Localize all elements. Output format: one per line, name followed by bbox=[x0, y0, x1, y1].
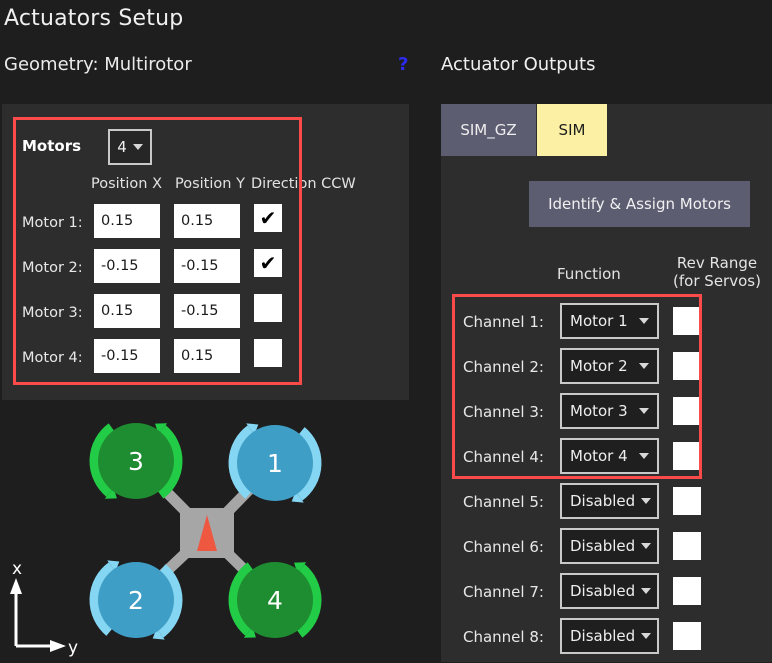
channel-row: Channel 4: Motor 4 bbox=[441, 438, 772, 483]
help-icon[interactable]: ? bbox=[398, 54, 408, 75]
chevron-down-icon bbox=[641, 498, 651, 504]
motor-row-label: Motor 2: bbox=[22, 249, 83, 287]
channel-function-dropdown[interactable]: Motor 1 bbox=[560, 303, 659, 339]
chevron-down-icon bbox=[641, 543, 651, 549]
geometry-label: Geometry: Multirotor bbox=[4, 54, 192, 75]
tab-sim-label: SIM bbox=[559, 121, 586, 139]
rotor-2: 2 bbox=[94, 560, 178, 639]
chevron-down-icon bbox=[639, 453, 649, 459]
channel-label: Channel 4: bbox=[463, 438, 544, 476]
channel-label: Channel 1: bbox=[463, 303, 544, 341]
channel-rev-range-checkbox[interactable] bbox=[673, 577, 701, 605]
channel-rev-range-checkbox[interactable] bbox=[673, 442, 701, 470]
rotor-number-label: 4 bbox=[267, 586, 283, 615]
rotor-1: 1 bbox=[233, 423, 317, 502]
actuators-setup-page: Actuators Setup Geometry: Multirotor ? A… bbox=[0, 0, 772, 662]
motor-direction-ccw-checkbox[interactable]: ✔ bbox=[254, 294, 282, 322]
motor-position-x-input[interactable] bbox=[94, 249, 160, 283]
column-header-function: Function bbox=[557, 265, 621, 283]
channel-rev-range-checkbox[interactable] bbox=[673, 397, 701, 425]
channel-function-dropdown[interactable]: Motor 3 bbox=[560, 393, 659, 429]
channel-rev-range-checkbox[interactable] bbox=[673, 487, 701, 515]
channel-label: Channel 3: bbox=[463, 393, 544, 431]
actuator-outputs-title: Actuator Outputs bbox=[441, 54, 596, 75]
channel-row: Channel 7: Disabled bbox=[441, 573, 772, 618]
rotor-4: 4 bbox=[233, 562, 317, 638]
channel-label: Channel 5: bbox=[463, 483, 544, 521]
channel-function-dropdown[interactable]: Disabled bbox=[560, 618, 659, 654]
chevron-down-icon bbox=[133, 144, 143, 150]
identify-button-label: Identify & Assign Motors bbox=[548, 195, 731, 213]
tab-sim[interactable]: SIM bbox=[537, 104, 607, 156]
channel-row: Channel 2: Motor 2 bbox=[441, 348, 772, 393]
checkmark-icon: ✔ bbox=[260, 208, 277, 228]
motor-row-label: Motor 3: bbox=[22, 294, 83, 332]
rotor-number-label: 1 bbox=[267, 449, 283, 478]
motor-position-x-input[interactable] bbox=[94, 204, 160, 238]
motor-position-y-input[interactable] bbox=[174, 204, 240, 238]
channel-function-dropdown[interactable]: Disabled bbox=[560, 528, 659, 564]
motor-position-y-input[interactable] bbox=[174, 339, 240, 373]
channel-function-value: Disabled bbox=[570, 582, 635, 600]
channel-function-value: Motor 3 bbox=[570, 402, 633, 420]
rotor-number-label: 2 bbox=[128, 586, 144, 615]
channel-function-dropdown[interactable]: Disabled bbox=[560, 573, 659, 609]
channel-row: Channel 5: Disabled bbox=[441, 483, 772, 528]
channel-rev-range-checkbox[interactable] bbox=[673, 622, 701, 650]
channel-row: Channel 8: Disabled bbox=[441, 618, 772, 663]
identify-and-assign-motors-button[interactable]: Identify & Assign Motors bbox=[529, 181, 750, 227]
rotor-number-label: 3 bbox=[128, 447, 144, 476]
channel-function-value: Disabled bbox=[570, 537, 635, 555]
channel-function-dropdown[interactable]: Motor 4 bbox=[560, 438, 659, 474]
column-header-rev-range: Rev Range (for Servos) bbox=[662, 254, 772, 290]
column-header-position-x: Position X bbox=[91, 176, 162, 192]
channel-rev-range-checkbox[interactable] bbox=[673, 307, 701, 335]
chevron-down-icon bbox=[641, 633, 651, 639]
channel-row: Channel 6: Disabled bbox=[441, 528, 772, 573]
chevron-down-icon bbox=[639, 318, 649, 324]
chevron-down-icon bbox=[639, 408, 649, 414]
channel-function-value: Disabled bbox=[570, 492, 635, 510]
motor-count-dropdown[interactable]: 4 bbox=[108, 129, 152, 165]
motor-position-y-input[interactable] bbox=[174, 249, 240, 283]
channel-label: Channel 8: bbox=[463, 618, 544, 656]
chevron-down-icon bbox=[639, 363, 649, 369]
motor-count-value: 4 bbox=[117, 138, 127, 156]
channel-label: Channel 7: bbox=[463, 573, 544, 611]
motor-direction-ccw-checkbox[interactable]: ✔ bbox=[254, 339, 282, 367]
channel-rev-range-checkbox[interactable] bbox=[673, 532, 701, 560]
tab-sim-gz[interactable]: SIM_GZ bbox=[441, 104, 536, 156]
axis-y-label: y bbox=[68, 638, 78, 658]
channel-label: Channel 2: bbox=[463, 348, 544, 386]
channel-function-dropdown[interactable]: Motor 2 bbox=[560, 348, 659, 384]
motor-position-x-input[interactable] bbox=[94, 339, 160, 373]
tab-sim-gz-label: SIM_GZ bbox=[460, 121, 516, 139]
channel-rev-range-checkbox[interactable] bbox=[673, 352, 701, 380]
checkmark-icon: ✔ bbox=[260, 253, 277, 273]
channel-row: Channel 1: Motor 1 bbox=[441, 303, 772, 348]
channel-function-value: Motor 2 bbox=[570, 357, 633, 375]
channel-function-value: Motor 1 bbox=[570, 312, 633, 330]
motor-direction-ccw-checkbox[interactable]: ✔ bbox=[254, 204, 282, 232]
rev-range-line1: Rev Range bbox=[662, 254, 772, 272]
channel-function-dropdown[interactable]: Disabled bbox=[560, 483, 659, 519]
column-header-position-y: Position Y bbox=[175, 176, 245, 192]
page-title: Actuators Setup bbox=[4, 6, 183, 31]
motors-label: Motors bbox=[22, 137, 81, 155]
column-header-direction-ccw: Direction CCW bbox=[251, 176, 356, 192]
motor-direction-ccw-checkbox[interactable]: ✔ bbox=[254, 249, 282, 277]
motor-row-label: Motor 1: bbox=[22, 204, 83, 242]
channel-function-value: Disabled bbox=[570, 627, 635, 645]
motor-position-y-input[interactable] bbox=[174, 294, 240, 328]
channel-function-value: Motor 4 bbox=[570, 447, 633, 465]
channel-row: Channel 3: Motor 3 bbox=[441, 393, 772, 438]
rev-range-line2: (for Servos) bbox=[662, 272, 772, 290]
channel-label: Channel 6: bbox=[463, 528, 544, 566]
motor-position-x-input[interactable] bbox=[94, 294, 160, 328]
motor-row-label: Motor 4: bbox=[22, 339, 83, 377]
chevron-down-icon bbox=[641, 588, 651, 594]
axis-indicator: x y bbox=[2, 560, 78, 658]
axis-x-label: x bbox=[12, 560, 22, 579]
rotor-3: 3 bbox=[94, 423, 178, 499]
